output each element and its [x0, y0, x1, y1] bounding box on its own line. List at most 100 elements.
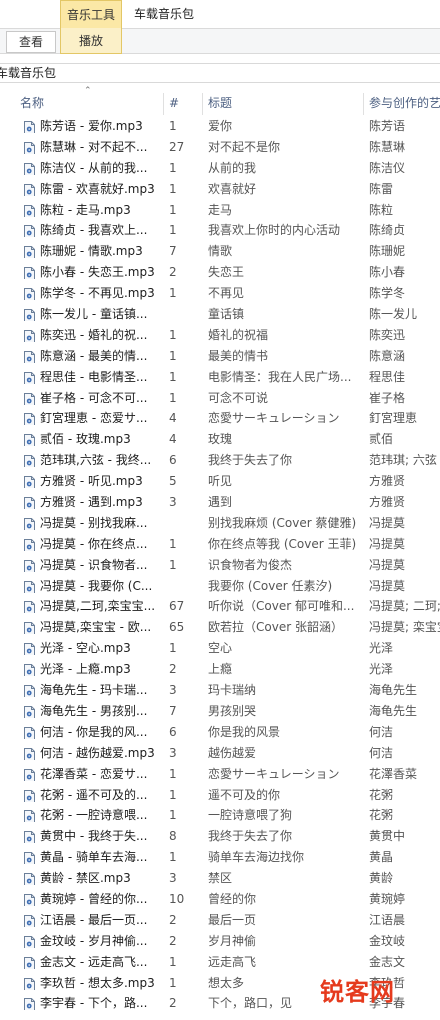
track-title: 爱你 [208, 119, 233, 133]
column-header-title[interactable]: 标题 [208, 90, 358, 116]
file-row[interactable]: 花粥 - 遥不可及的... 1 遥不可及的你 花粥 [0, 785, 440, 806]
file-row[interactable]: 冯提莫 - 别找我麻... 别找我麻烦 (Cover 蔡健雅) 冯提莫 [0, 513, 440, 534]
file-row[interactable]: 陈学冬 - 不再见.mp3 1 不再见 陈学冬 [0, 283, 440, 304]
audio-file-icon [24, 830, 35, 844]
track-number: 10 [169, 891, 185, 906]
file-name: 江语晨 - 最后一页... [40, 912, 148, 927]
file-name: 陈一发儿 - 童话镇... [40, 307, 148, 322]
track-number: 27 [169, 139, 185, 154]
track-artist: 江语晨 [369, 912, 406, 927]
track-artist: 花澤香菜 [369, 766, 418, 781]
file-row[interactable]: 冯提莫,二珂,栾宝宝... 67 听你说（Cover 郁可唯和... 冯提莫; 二珂; [0, 596, 440, 617]
track-artist: 程思佳 [369, 369, 406, 384]
track-artist: 陈一发儿 [369, 307, 418, 322]
file-row[interactable]: 程思佳 - 电影情圣... 1 电影情圣：我在人民广场... 程思佳 [0, 367, 440, 388]
track-artist: 黄琬婷 [369, 891, 406, 906]
audio-file-icon [24, 454, 35, 468]
file-row[interactable]: 陈雷 - 欢喜就好.mp3 1 欢喜就好 陈雷 [0, 179, 440, 200]
file-name: 陈小春 - 失恋王.mp3 [40, 265, 155, 280]
track-number: 4 [169, 411, 177, 426]
address-path[interactable]: 车载音乐包 [0, 64, 56, 82]
file-row[interactable]: 黄琬婷 - 曾经的你... 10 曾经的你 黄琬婷 [0, 889, 440, 910]
file-row[interactable]: 陈奕迅 - 婚礼的祝... 1 婚礼的祝福 陈奕迅 [0, 325, 440, 346]
file-row[interactable]: 花澤香菜 - 恋爱サ... 1 恋愛サーキュレーション 花澤香菜 [0, 764, 440, 785]
file-name: 陈慧琳 - 对不起不... [40, 139, 148, 154]
file-row[interactable]: 陈慧琳 - 对不起不... 27 对不起不是你 陈慧琳 [0, 137, 440, 158]
file-row[interactable]: 黄贯中 - 我终于失... 8 我终于失去了你 黄贯中 [0, 826, 440, 847]
file-row[interactable]: 冯提莫 - 识食物者... 1 识食物者为俊杰 冯提莫 [0, 555, 440, 576]
track-number: 2 [169, 912, 177, 927]
file-row[interactable]: 金玟岐 - 岁月神偷... 2 岁月神偷 金玟岐 [0, 931, 440, 952]
tab-view[interactable]: 查看 [6, 31, 56, 53]
track-title: 你是我的风景 [208, 724, 281, 739]
file-row[interactable]: 陈绮贞 - 我喜欢上... 1 我喜欢上你时的内心活动 陈绮贞 [0, 220, 440, 241]
track-title: 最美的情书 [208, 348, 269, 363]
file-row[interactable]: 光泽 - 空心.mp3 1 空心 光泽 [0, 638, 440, 659]
file-row[interactable]: 江语晨 - 最后一页... 2 最后一页 江语晨 [0, 910, 440, 931]
tab-play[interactable]: 播放 [60, 28, 122, 54]
file-row[interactable]: 冯提莫 - 我要你 (C... 我要你 (Cover 任素汐) 冯提莫 [0, 576, 440, 597]
column-header-artist[interactable]: 参与创作的艺 [369, 90, 440, 116]
track-artist: 陈洁仪 [369, 160, 406, 175]
address-bar[interactable]: 车载音乐包 [0, 63, 440, 83]
track-artist: 陈珊妮 [369, 244, 406, 259]
music-tools-context-tab[interactable]: 音乐工具 [60, 0, 122, 28]
file-row[interactable]: 贰佰 - 玫瑰.mp3 4 玫瑰 贰佰 [0, 429, 440, 450]
file-row[interactable]: 冯提莫,栾宝宝 - 欧... 65 欧若拉（Cover 张韶涵） 冯提莫; 栾宝宝 [0, 617, 440, 638]
file-row[interactable]: 海龟先生 - 男孩别... 7 男孩别哭 海龟先生 [0, 701, 440, 722]
file-row[interactable]: 冯提莫 - 你在终点... 1 你在终点等我 (Cover 王菲) 冯提莫 [0, 534, 440, 555]
file-row[interactable]: 崔子格 - 可念不可... 1 可念不可说 崔子格 [0, 388, 440, 409]
track-number: 1 [169, 536, 177, 551]
track-number: 2 [169, 996, 177, 1011]
track-artist: 光泽 [369, 662, 394, 677]
audio-file-icon [24, 684, 35, 698]
audio-file-icon [24, 997, 35, 1011]
audio-file-icon [24, 496, 35, 510]
track-artist: 冯提莫 [369, 515, 406, 530]
file-row[interactable]: 方雅贤 - 遇到.mp3 3 遇到 方雅贤 [0, 492, 440, 513]
column-divider[interactable] [163, 93, 164, 115]
file-name: 黄琬婷 - 曾经的你... [40, 891, 148, 906]
column-divider[interactable] [363, 93, 364, 115]
track-title: 男孩别哭 [208, 703, 257, 718]
file-row[interactable]: 陈粒 - 走马.mp3 1 走马 陈粒 [0, 200, 440, 221]
file-name: 釘宮理恵 - 恋爱サ... [40, 411, 148, 426]
file-name: 黄贯中 - 我终于失... [40, 829, 148, 844]
file-row[interactable]: 金志文 - 远走高飞... 1 远走高飞 金志文 [0, 952, 440, 973]
site-watermark: 锐客网 [320, 978, 395, 1006]
file-row[interactable]: 光泽 - 上瘾.mp3 2 上瘾 光泽 [0, 659, 440, 680]
file-row[interactable]: 釘宮理恵 - 恋爱サ... 4 恋愛サーキュレーション 釘宮理恵 [0, 408, 440, 429]
file-name: 海龟先生 - 男孩别... [40, 703, 148, 718]
track-number: 1 [169, 390, 177, 405]
track-title: 可念不可说 [208, 390, 269, 405]
track-title: 对不起不是你 [208, 139, 281, 154]
file-name: 冯提莫,二珂,栾宝宝... [40, 599, 156, 614]
file-name: 冯提莫,栾宝宝 - 欧... [40, 620, 152, 635]
track-title: 欧若拉（Cover 张韶涵） [208, 620, 343, 635]
file-row[interactable]: 花粥 - 一腔诗意喂... 1 一腔诗意喂了狗 花粥 [0, 805, 440, 826]
file-row[interactable]: 方雅贤 - 听见.mp3 5 听见 方雅贤 [0, 471, 440, 492]
file-row[interactable]: 何洁 - 你是我的风... 6 你是我的风景 何洁 [0, 722, 440, 743]
ribbon-body [0, 54, 440, 63]
track-title: 我终于失去了你 [208, 453, 293, 468]
file-row[interactable]: 海龟先生 - 玛卡瑞... 3 玛卡瑞纳 海龟先生 [0, 680, 440, 701]
track-title: 不再见 [208, 286, 245, 301]
column-header-name[interactable]: 名称 [20, 90, 160, 116]
file-row[interactable]: 范玮琪,六弦 - 我终... 6 我终于失去了你 范玮琪; 六弦 [0, 450, 440, 471]
track-artist: 陈芳语 [369, 119, 406, 133]
file-row[interactable]: 黄龄 - 禁区.mp3 3 禁区 黄龄 [0, 868, 440, 889]
file-row[interactable]: 陈意涵 - 最美的情... 1 最美的情书 陈意涵 [0, 346, 440, 367]
track-title: 一腔诗意喂了狗 [208, 808, 293, 823]
file-row[interactable]: 何洁 - 越伤越爱.mp3 3 越伤越爱 何洁 [0, 743, 440, 764]
file-row[interactable]: 陈一发儿 - 童话镇... 童话镇 陈一发儿 [0, 304, 440, 325]
file-list[interactable]: 陈芳语 - 爱你.mp3 1 爱你 陈芳语 陈慧琳 - 对不起不... 27 对不起不是你陈… [0, 116, 440, 1020]
file-row[interactable]: 陈芳语 - 爱你.mp3 1 爱你 陈芳语 [0, 116, 440, 137]
file-row[interactable]: 陈洁仪 - 从前的我... 1 从前的我 陈洁仪 [0, 158, 440, 179]
column-divider[interactable] [202, 93, 203, 115]
file-name: 陈绮贞 - 我喜欢上... [40, 223, 148, 238]
file-row[interactable]: 陈珊妮 - 情歌.mp3 7 情歌 陈珊妮 [0, 241, 440, 262]
file-row[interactable]: 黄晶 - 骑单车去海... 1 骑单车去海边找你 黄晶 [0, 847, 440, 868]
column-header-number[interactable]: # [169, 90, 199, 116]
file-row[interactable]: 陈小春 - 失恋王.mp3 2 失恋王 陈小春 [0, 262, 440, 283]
file-name: 程思佳 - 电影情圣... [40, 369, 148, 384]
